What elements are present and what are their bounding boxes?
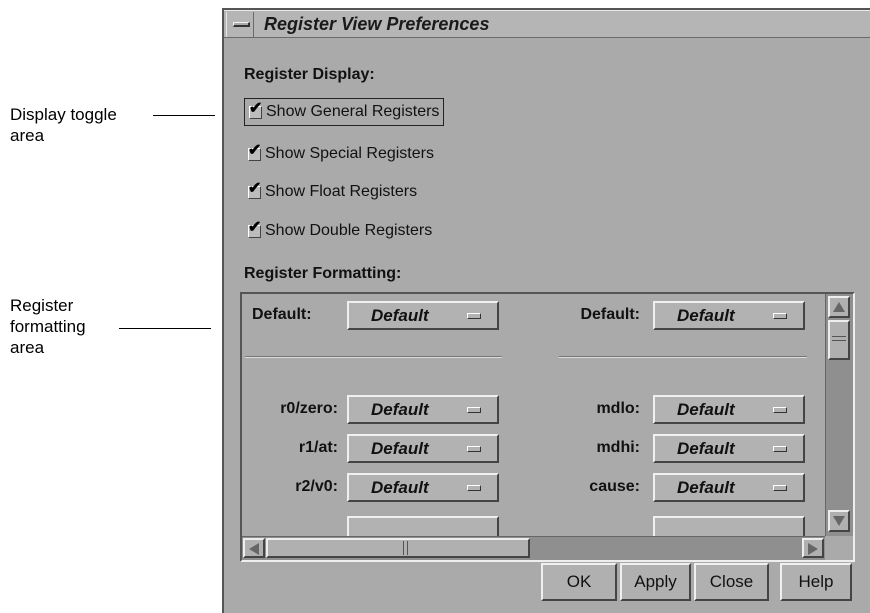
show-float-registers-checkbox[interactable]: ✔ Show Float Registers bbox=[244, 178, 421, 206]
option-menu-indicator-icon bbox=[467, 407, 481, 413]
checkbox-label: Show Double Registers bbox=[265, 222, 433, 239]
checkbox-box: ✔ bbox=[249, 100, 262, 119]
option-menu-indicator-icon bbox=[467, 313, 481, 319]
option-value: Default bbox=[677, 306, 735, 325]
register-label: Default: bbox=[252, 306, 312, 323]
format-option-menu[interactable]: Default bbox=[653, 434, 805, 463]
checkbox-label: Show Special Registers bbox=[265, 145, 434, 162]
callout-leader-line bbox=[153, 115, 215, 116]
callout-leader-line bbox=[119, 328, 211, 329]
checkbox-box: ✔ bbox=[248, 219, 261, 238]
format-option-menu[interactable]: Default bbox=[347, 473, 499, 502]
format-option-menu[interactable]: Default bbox=[347, 301, 499, 330]
register-formatting-viewport: Default: Default Default: Default r0/zer… bbox=[242, 294, 826, 536]
grip-line bbox=[403, 541, 404, 555]
callout-text: Register bbox=[10, 296, 74, 315]
show-double-registers-checkbox[interactable]: ✔ Show Double Registers bbox=[244, 217, 436, 245]
checkbox-box: ✔ bbox=[248, 180, 261, 199]
grip-line bbox=[407, 541, 408, 555]
format-option-menu[interactable]: Default bbox=[653, 473, 805, 502]
format-option-menu[interactable] bbox=[347, 516, 499, 536]
separator bbox=[559, 356, 807, 358]
ok-button[interactable]: OK bbox=[541, 563, 617, 601]
help-button[interactable]: Help bbox=[780, 563, 852, 601]
horizontal-scrollbar[interactable] bbox=[242, 536, 826, 560]
option-value: Default bbox=[371, 306, 429, 325]
register-label: r0/zero: bbox=[280, 400, 338, 417]
scroll-left-arrow-icon[interactable] bbox=[243, 538, 265, 558]
option-menu-indicator-icon bbox=[773, 446, 787, 452]
scroll-down-arrow-icon[interactable] bbox=[828, 510, 850, 532]
format-option-menu[interactable]: Default bbox=[653, 395, 805, 424]
checkbox-label: Show Float Registers bbox=[265, 183, 418, 200]
grip-line bbox=[832, 336, 846, 337]
option-menu-indicator-icon bbox=[773, 485, 787, 491]
callout-text: formatting bbox=[10, 317, 86, 336]
register-view-preferences-window: Register View Preferences Register Displ… bbox=[222, 8, 870, 613]
option-value: Default bbox=[677, 478, 735, 497]
vertical-scrollbar[interactable] bbox=[825, 294, 853, 536]
option-value: Default bbox=[371, 439, 429, 458]
register-label: r2/v0: bbox=[295, 478, 338, 495]
horizontal-scroll-thumb[interactable] bbox=[266, 538, 530, 558]
option-menu-indicator-icon bbox=[773, 407, 787, 413]
window-menu-icon bbox=[233, 22, 250, 27]
option-value: Default bbox=[371, 478, 429, 497]
apply-button[interactable]: Apply bbox=[620, 563, 691, 601]
scrollbar-corner bbox=[825, 536, 853, 560]
callout-text: area bbox=[10, 126, 45, 145]
option-menu-indicator-icon bbox=[467, 446, 481, 452]
register-label: cause: bbox=[589, 478, 640, 495]
checkbox-box: ✔ bbox=[248, 142, 261, 161]
callout-text: Display toggle bbox=[10, 105, 117, 124]
scroll-up-arrow-icon[interactable] bbox=[828, 296, 850, 318]
show-special-registers-checkbox[interactable]: ✔ Show Special Registers bbox=[244, 140, 438, 168]
format-option-menu[interactable]: Default bbox=[347, 395, 499, 424]
register-formatting-scroll-area: Default: Default Default: Default r0/zer… bbox=[240, 292, 855, 562]
format-option-menu[interactable] bbox=[653, 516, 805, 536]
register-label: mdlo: bbox=[596, 400, 640, 417]
register-formatting-callout: Register formatting area bbox=[10, 295, 86, 358]
format-option-menu[interactable]: Default bbox=[347, 434, 499, 463]
title-bar[interactable]: Register View Preferences bbox=[224, 10, 870, 38]
window-title: Register View Preferences bbox=[264, 14, 490, 34]
show-general-registers-checkbox[interactable]: ✔ Show General Registers bbox=[244, 98, 445, 126]
option-value: Default bbox=[371, 400, 429, 419]
display-toggle-callout: Display toggle area bbox=[10, 104, 117, 146]
option-value: Default bbox=[677, 400, 735, 419]
check-mark-icon: ✔ bbox=[248, 179, 262, 197]
option-menu-indicator-icon bbox=[773, 313, 787, 319]
format-option-menu[interactable]: Default bbox=[653, 301, 805, 330]
close-button[interactable]: Close bbox=[694, 563, 769, 601]
grip-line bbox=[832, 340, 846, 341]
register-formatting-heading: Register Formatting: bbox=[244, 265, 402, 282]
register-label: Default: bbox=[580, 306, 640, 323]
option-value: Default bbox=[677, 439, 735, 458]
vertical-scroll-thumb[interactable] bbox=[828, 320, 850, 360]
register-label: mdhi: bbox=[596, 439, 640, 456]
window-menu-button[interactable] bbox=[226, 12, 254, 37]
separator bbox=[245, 356, 502, 358]
register-display-heading: Register Display: bbox=[244, 66, 375, 83]
option-menu-indicator-icon bbox=[467, 485, 481, 491]
check-mark-icon: ✔ bbox=[248, 218, 262, 236]
check-mark-icon: ✔ bbox=[248, 141, 262, 159]
callout-text: area bbox=[10, 338, 45, 357]
scroll-right-arrow-icon[interactable] bbox=[802, 538, 824, 558]
check-mark-icon: ✔ bbox=[249, 99, 263, 117]
register-label: r1/at: bbox=[298, 439, 338, 456]
checkbox-label: Show General Registers bbox=[266, 103, 440, 120]
